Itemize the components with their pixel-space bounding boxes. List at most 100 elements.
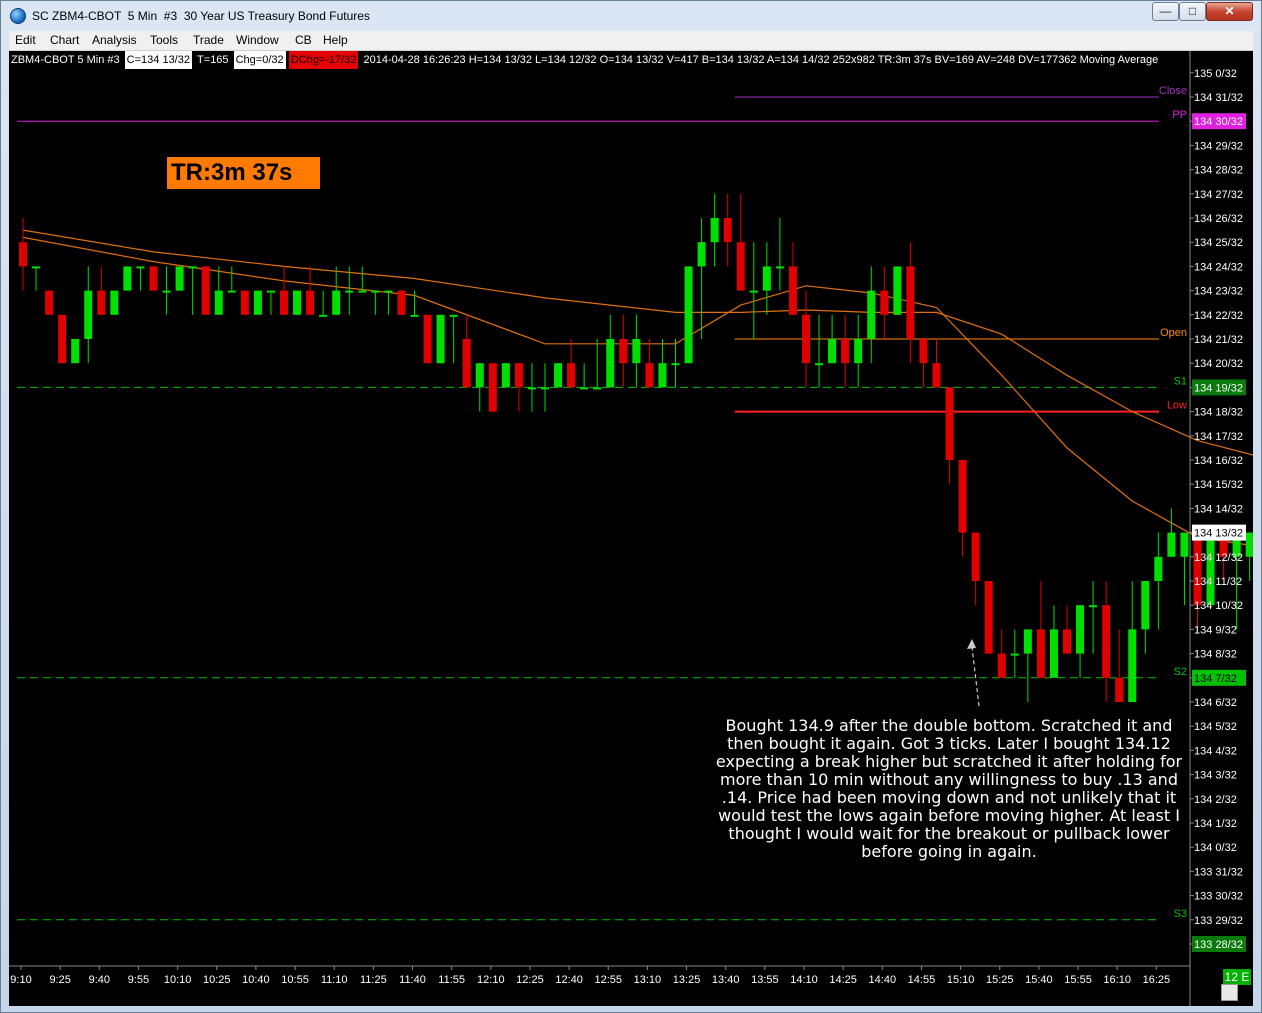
y-tick-label: 134 21/32 (1194, 334, 1243, 346)
y-tick-label: 134 26/32 (1194, 213, 1243, 225)
y-tick-label: 134 25/32 (1194, 237, 1243, 249)
x-tick-label: 13:10 (634, 974, 662, 986)
candle-body (501, 363, 510, 388)
candle-body (201, 266, 210, 315)
y-tick-label: 134 19/32 (1194, 382, 1243, 394)
menu-cb[interactable]: CB (295, 33, 312, 47)
scroll-thumb[interactable] (1221, 984, 1238, 1001)
candle-body (919, 339, 928, 364)
x-tick-label: 9:55 (128, 974, 149, 986)
minimize-button[interactable]: — (1152, 2, 1179, 21)
candle-body (475, 363, 484, 388)
x-tick-label: 16:10 (1103, 974, 1131, 986)
candle-body (319, 314, 328, 317)
candle-body (1063, 629, 1071, 654)
x-tick-label: 14:25 (829, 974, 857, 986)
x-tick-label: 10:25 (203, 974, 231, 986)
x-tick-label: 10:55 (281, 974, 309, 986)
menu-window[interactable]: Window (236, 33, 279, 47)
candle-body (1193, 532, 1202, 606)
candle-body (45, 290, 54, 315)
info-change: Chg=0/32 (233, 51, 286, 69)
candle-body (110, 290, 119, 315)
candle-body (253, 290, 262, 315)
candle-body (580, 387, 589, 390)
globe-icon (10, 8, 26, 24)
timer-remaining-box: TR:3m 37s (167, 157, 320, 189)
candle-body (462, 339, 471, 388)
y-tick-label: 134 22/32 (1194, 310, 1243, 322)
y-tick-label: 134 24/32 (1194, 261, 1243, 273)
candle-body (384, 290, 393, 293)
level-label-close: Close (1159, 85, 1187, 97)
y-tick-label: 134 8/32 (1194, 649, 1237, 661)
candle-body (671, 363, 680, 366)
title-bar[interactable]: SC ZBM4-CBOT 5 Min #3 30 Year US Treasur… (1, 1, 1261, 31)
x-tick-label: 11:55 (438, 974, 465, 986)
menu-edit[interactable]: Edit (15, 33, 36, 47)
candle-body (97, 290, 106, 315)
candle-body (645, 363, 654, 388)
candle-body (162, 290, 171, 293)
candle-body (1141, 581, 1150, 630)
candle-body (606, 339, 615, 388)
candle-body (828, 339, 837, 364)
y-tick-label: 134 29/32 (1194, 140, 1243, 152)
candle-body (266, 290, 275, 293)
menu-tools[interactable]: Tools (150, 33, 178, 47)
x-tick-label: 11:40 (399, 974, 426, 986)
candle-body (1023, 629, 1032, 654)
candle-body (1115, 677, 1124, 702)
y-tick-label: 134 17/32 (1194, 431, 1243, 443)
x-tick-label: 14:55 (908, 974, 936, 986)
candle-body (749, 290, 758, 293)
scale-indicator[interactable]: 12 E (1223, 969, 1251, 985)
candle-body (632, 339, 641, 364)
y-tick-label: 134 20/32 (1194, 358, 1243, 370)
y-tick-label: 134 15/32 (1194, 479, 1243, 491)
annotation-arrow-head (967, 639, 976, 649)
candle-body (149, 266, 158, 291)
candle-body (58, 314, 67, 364)
candle-body (227, 290, 236, 293)
candle-body (906, 266, 915, 339)
x-tick-label: 12:25 (516, 974, 544, 986)
y-tick-label: 134 6/32 (1194, 697, 1237, 709)
x-tick-label: 15:55 (1064, 974, 1092, 986)
chart-area[interactable]: Close PP Open S1 Low S2 S3 135 0/32 134 31/32 134… (9, 51, 1253, 1006)
x-tick-label: 13:25 (673, 974, 701, 986)
candle-body (371, 290, 380, 293)
candlestick-chart[interactable]: Close PP Open S1 Low S2 S3 135 0/32 134 31/32 134… (9, 51, 1253, 1006)
candle-body (984, 581, 993, 654)
trade-annotation: Bought 134.9 after the double bottom. Sc… (715, 716, 1183, 861)
candle-body (567, 363, 576, 388)
y-tick-label: 133 31/32 (1194, 866, 1243, 878)
y-tick-label: 134 23/32 (1194, 286, 1243, 298)
candle-body (423, 314, 432, 364)
x-tick-label: 14:40 (869, 974, 897, 986)
close-button[interactable]: ✕ (1206, 2, 1253, 21)
maximize-button[interactable]: □ (1179, 2, 1206, 21)
x-tick-label: 10:10 (164, 974, 192, 986)
candle-body (136, 266, 145, 269)
level-label-low: Low (1167, 400, 1187, 412)
x-tick-label: 15:40 (1025, 974, 1053, 986)
menu-analysis[interactable]: Analysis (92, 33, 137, 47)
candle-body (958, 460, 967, 533)
y-tick-label: 133 29/32 (1194, 915, 1243, 927)
menu-chart[interactable]: Chart (50, 33, 79, 47)
menu-trade[interactable]: Trade (193, 33, 224, 47)
candle-body (775, 266, 784, 269)
x-tick-label: 15:10 (947, 974, 975, 986)
level-label-open: Open (1160, 327, 1187, 339)
candle-body (788, 266, 797, 315)
candle-body (1167, 532, 1176, 557)
y-tick-label: 133 28/32 (1194, 939, 1243, 951)
candle-body (880, 290, 889, 315)
y-tick-label: 134 0/32 (1194, 842, 1237, 854)
y-tick-label: 134 7/32 (1194, 673, 1237, 685)
info-close: C=134 13/32 (124, 51, 192, 69)
y-tick-label: 134 16/32 (1194, 455, 1243, 467)
candle-body (854, 339, 863, 364)
menu-help[interactable]: Help (323, 33, 348, 47)
